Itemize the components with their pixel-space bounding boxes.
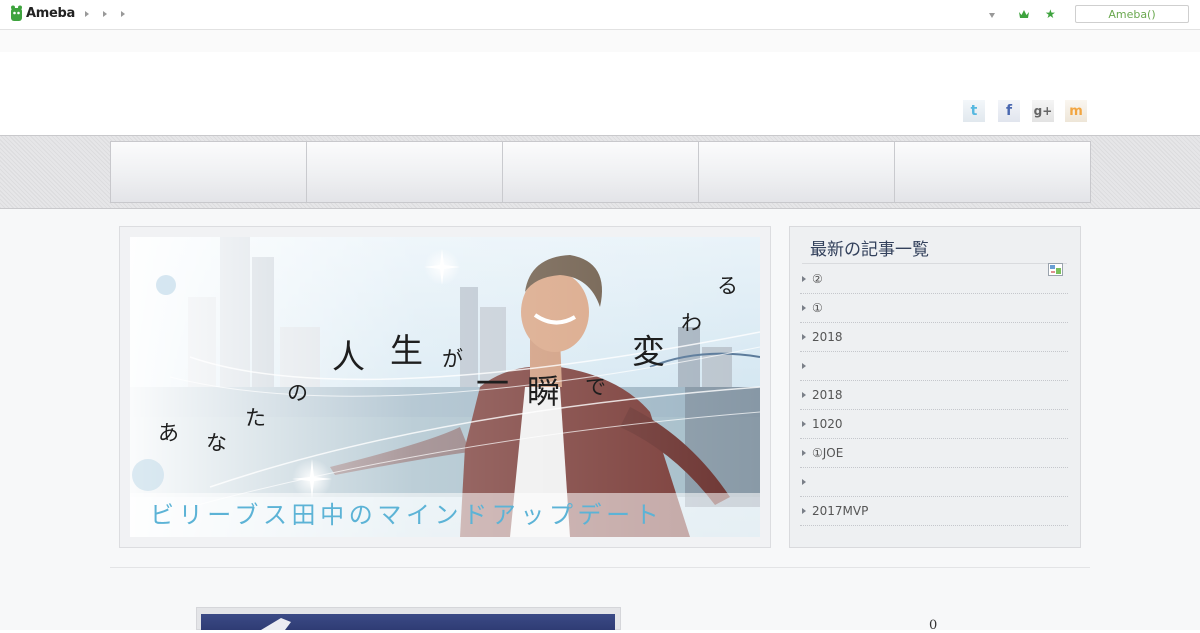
list-item[interactable]: ②: [800, 265, 1068, 294]
header-char: が: [442, 347, 463, 371]
chevron-down-icon[interactable]: [989, 13, 995, 18]
nav-item-5[interactable]: [895, 142, 1090, 202]
breadcrumb-arrow-icon[interactable]: [103, 11, 107, 17]
header-char: 一: [476, 364, 509, 403]
header-char: わ: [681, 311, 702, 335]
header-char: で: [585, 375, 606, 399]
list-item[interactable]: 2018: [800, 323, 1068, 352]
title-divider: [802, 263, 1067, 264]
nav-item-1[interactable]: [111, 142, 307, 202]
list-item[interactable]: 2018: [800, 381, 1068, 410]
google-plus-icon[interactable]: g+: [1032, 100, 1054, 122]
header-image[interactable]: あ な た の 人 生 が 一 瞬 で 変 わ る ビリーブス田中のマインドアッ…: [130, 237, 760, 537]
count-label: 0: [929, 618, 938, 633]
top-bar: Ameba ★ Ameba(): [0, 0, 1200, 30]
mixi-icon[interactable]: m: [1065, 100, 1087, 122]
breadcrumb-arrow-icon[interactable]: [85, 11, 89, 17]
list-item[interactable]: [800, 468, 1068, 497]
nav-item-4[interactable]: [699, 142, 895, 202]
list-item[interactable]: ①: [800, 294, 1068, 323]
global-nav: [110, 141, 1091, 203]
list-item[interactable]: 1020: [800, 410, 1068, 439]
ameba-logo[interactable]: Ameba: [10, 5, 75, 22]
latest-articles-panel: 最新の記事一覧 ② ① 2018 2018 1020 ①JOE 2017MVP: [789, 226, 1081, 548]
nav-item-3[interactable]: [503, 142, 699, 202]
header-char: 生: [390, 331, 423, 370]
header-subtitle: ビリーブス田中のマインドアップデート: [150, 501, 664, 529]
star-icon[interactable]: ★: [1045, 7, 1056, 21]
logo-text: Ameba: [26, 6, 76, 21]
twitter-icon[interactable]: t: [963, 100, 985, 122]
breadcrumb-arrow-icon[interactable]: [121, 11, 125, 17]
header-catchphrase: あ な た の 人 生 が 一 瞬 で 変 わ る: [130, 237, 760, 537]
header-char: な: [206, 431, 227, 455]
crown-icon[interactable]: [1018, 9, 1030, 19]
sub-strip: [0, 30, 1200, 52]
article-thumbnail[interactable]: [201, 614, 615, 630]
thumbnail-graphic: [261, 618, 291, 630]
ameba-logo-icon: [11, 5, 22, 21]
list-item[interactable]: ①JOE: [800, 439, 1068, 468]
content-divider: [110, 567, 1090, 568]
header-char: 人: [332, 337, 365, 376]
facebook-icon[interactable]: f: [998, 100, 1020, 122]
breadcrumb: [85, 9, 125, 17]
latest-articles-title: 最新の記事一覧: [810, 240, 929, 260]
header-char: 瞬: [527, 372, 560, 411]
header-char: の: [287, 381, 308, 405]
list-item[interactable]: [800, 352, 1068, 381]
article-list: ② ① 2018 2018 1020 ①JOE 2017MVP: [800, 265, 1068, 526]
header-char: 変: [632, 332, 665, 371]
header-char: る: [717, 274, 738, 298]
header-char: あ: [158, 421, 179, 445]
nav-item-2[interactable]: [307, 142, 503, 202]
account-button[interactable]: Ameba(): [1075, 5, 1189, 23]
list-item[interactable]: 2017MVP: [800, 497, 1068, 526]
header-char: た: [245, 406, 266, 430]
